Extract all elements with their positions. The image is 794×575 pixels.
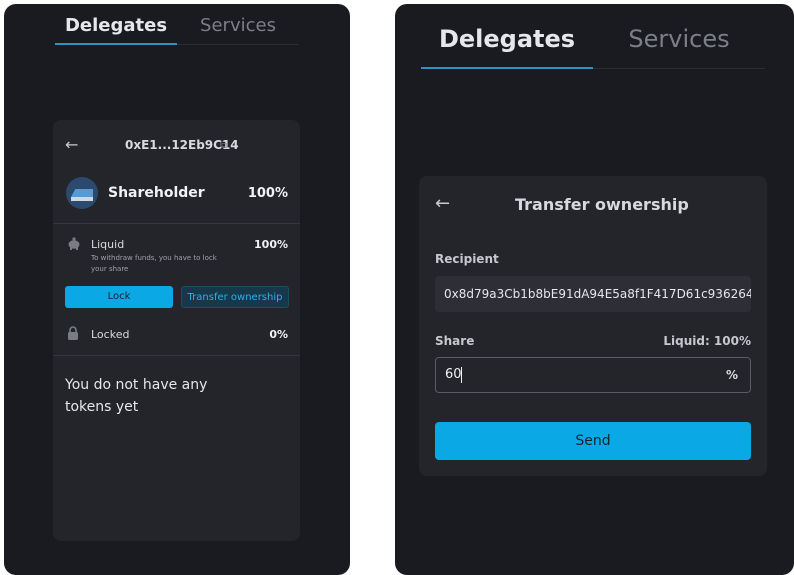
share-label: Share <box>435 334 475 348</box>
active-tab-indicator <box>421 67 593 69</box>
liquid-label: Liquid <box>91 238 125 251</box>
divider <box>53 223 300 224</box>
liquid-percentage: 100% <box>254 238 288 251</box>
transfer-ownership-button[interactable]: Transfer ownership <box>181 286 289 308</box>
send-button[interactable]: Send <box>435 422 751 460</box>
delegate-avatar <box>66 177 98 209</box>
back-arrow-icon[interactable]: ← <box>435 195 450 213</box>
percent-suffix: % <box>725 368 738 382</box>
lock-button[interactable]: Lock <box>65 286 173 308</box>
active-tab-indicator <box>55 43 177 45</box>
tab-services[interactable]: Services <box>177 12 299 40</box>
liquid-hint: To withdraw funds, you have to lock your… <box>91 254 217 273</box>
tab-delegates[interactable]: Delegates <box>421 22 593 56</box>
locked-label: Locked <box>91 328 130 341</box>
piggy-bank-icon <box>67 237 81 253</box>
share-input[interactable]: 60 <box>445 358 462 392</box>
recipient-label: Recipient <box>435 252 499 266</box>
delegates-panel-left: Delegates Services ← 0xE1...12Eb9C14 ⧉ S… <box>4 4 350 575</box>
transfer-panel-right: Delegates Services ← Transfer ownership … <box>395 4 794 575</box>
shareholder-label: Shareholder <box>108 185 205 201</box>
delegate-card: ← 0xE1...12Eb9C14 ⧉ Shareholder 100% Liq… <box>53 120 300 541</box>
padlock-icon <box>67 326 79 343</box>
tab-bar: Delegates Services <box>421 22 765 56</box>
divider <box>53 355 300 356</box>
recipient-input[interactable]: 0x8d79a3Cb1b8bE91dA94E5a8f1F417D61c93626… <box>435 276 751 312</box>
liquid-info: Liquid: 100% <box>663 334 751 348</box>
back-arrow-icon[interactable]: ← <box>65 137 78 153</box>
transfer-title: Transfer ownership <box>515 195 689 214</box>
share-input-box[interactable]: 60 % <box>435 357 751 393</box>
tab-delegates[interactable]: Delegates <box>55 12 177 40</box>
tab-services[interactable]: Services <box>593 22 765 56</box>
external-link-icon[interactable]: ⧉ <box>220 140 227 151</box>
inactive-tab-divider <box>593 68 765 69</box>
locked-percentage: 0% <box>269 328 288 341</box>
shareholder-percentage: 100% <box>247 186 288 201</box>
empty-tokens-message: You do not have any tokens yet <box>65 377 208 415</box>
text-caret <box>461 367 462 383</box>
tab-bar: Delegates Services <box>55 12 299 40</box>
inactive-tab-divider <box>177 44 299 45</box>
transfer-ownership-card: ← Transfer ownership Recipient 0x8d79a3C… <box>419 176 767 476</box>
